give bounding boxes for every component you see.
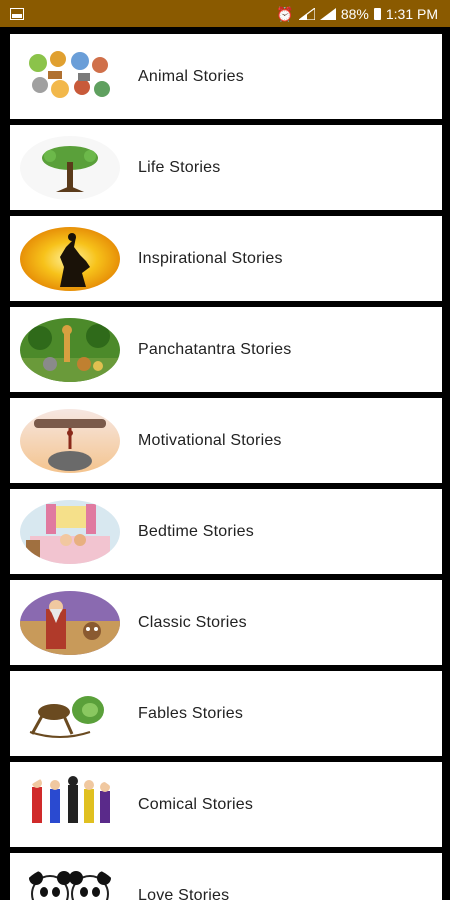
battery-percent: 88% [340, 5, 369, 22]
story-item-animal[interactable]: Animal Stories [10, 34, 442, 119]
photo-icon [10, 7, 24, 20]
bedroom-thumbnail [20, 499, 120, 564]
signal-icon [298, 7, 315, 20]
alarm-icon: ⏰ [276, 5, 294, 22]
pandas-thumbnail [20, 863, 120, 900]
superheroes-thumbnail [20, 772, 120, 837]
sunset-silhouette-thumbnail [20, 226, 120, 291]
old-man-thumbnail [20, 590, 120, 655]
story-item-label: Bedtime Stories [138, 522, 254, 540]
battery-icon [373, 7, 381, 20]
story-category-list[interactable]: Animal Stories Life Stories Inspirationa… [0, 27, 450, 900]
jungle-animals-thumbnail [20, 317, 120, 382]
animals-thumbnail [20, 44, 120, 109]
story-item-panchatantra[interactable]: Panchatantra Stories [10, 307, 442, 392]
story-item-label: Motivational Stories [138, 431, 282, 449]
story-item-bedtime[interactable]: Bedtime Stories [10, 489, 442, 574]
story-item-classic[interactable]: Classic Stories [10, 580, 442, 665]
story-item-life[interactable]: Life Stories [10, 125, 442, 210]
tree-thumbnail [20, 135, 120, 200]
status-bar: ⏰ 88% 1:31 PM [0, 0, 450, 27]
story-item-comical[interactable]: Comical Stories [10, 762, 442, 847]
story-item-label: Classic Stories [138, 613, 247, 631]
story-item-fables[interactable]: Fables Stories [10, 671, 442, 756]
story-item-label: Comical Stories [138, 795, 254, 813]
story-item-label: Inspirational Stories [138, 249, 283, 267]
ant-lifting-log-thumbnail [20, 408, 120, 473]
story-item-label: Life Stories [138, 158, 221, 176]
story-item-inspirational[interactable]: Inspirational Stories [10, 216, 442, 301]
signal-icon [319, 7, 336, 20]
story-item-label: Fables Stories [138, 704, 244, 722]
clock: 1:31 PM [385, 5, 438, 22]
story-item-label: Panchatantra Stories [138, 340, 292, 358]
story-item-label: Love Stories [138, 886, 230, 900]
story-item-label: Animal Stories [138, 67, 244, 85]
story-item-motivational[interactable]: Motivational Stories [10, 398, 442, 483]
story-item-love[interactable]: Love Stories [10, 853, 442, 900]
grasshopper-thumbnail [20, 681, 120, 746]
